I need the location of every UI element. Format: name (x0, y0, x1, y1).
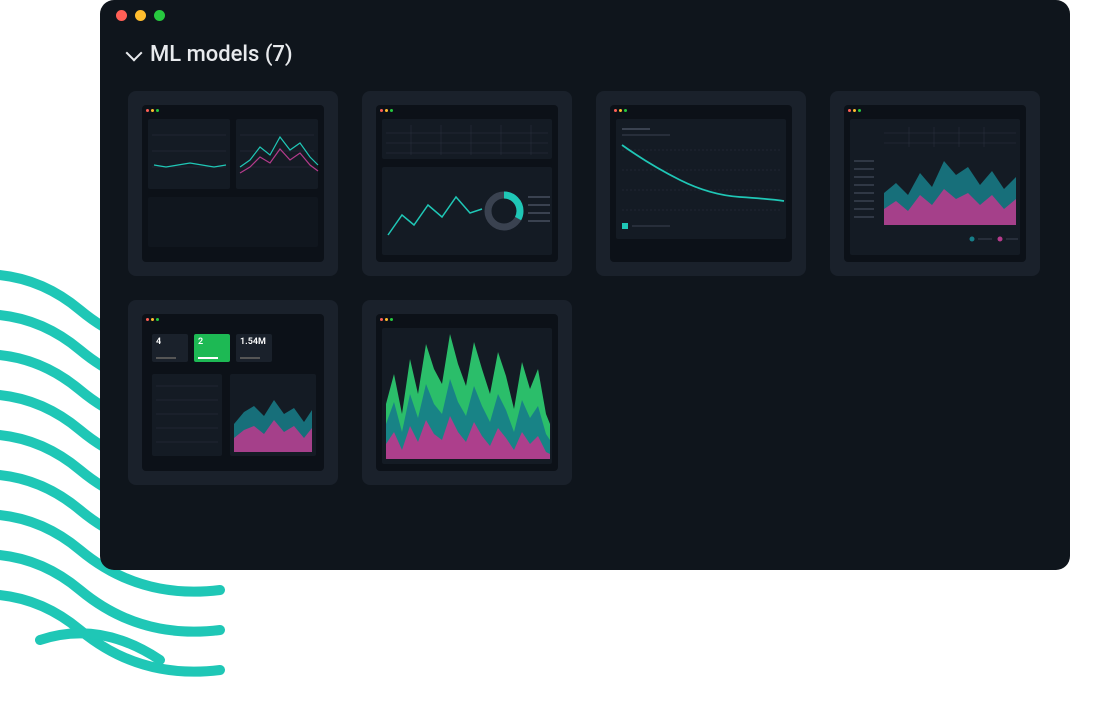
dashboard-card-3[interactable] (596, 91, 806, 276)
close-window-button[interactable] (116, 10, 127, 21)
chart-thumbnail-6 (376, 314, 558, 471)
chart-thumbnail-3 (610, 105, 792, 262)
chevron-down-icon (126, 44, 143, 61)
maximize-window-button[interactable] (154, 10, 165, 21)
section-toggle[interactable]: ML models (7) (128, 42, 1042, 67)
app-window: ML models (7) (100, 0, 1070, 570)
dashboard-card-6[interactable] (362, 300, 572, 485)
window-titlebar (100, 0, 1070, 30)
minimize-window-button[interactable] (135, 10, 146, 21)
chart-thumbnail-5 (142, 314, 324, 471)
dashboard-card-1[interactable] (128, 91, 338, 276)
chart-thumbnail-1 (142, 105, 324, 262)
section-title: ML models (7) (150, 42, 293, 67)
chart-thumbnail-4 (844, 105, 1026, 262)
dashboard-grid: 4 2 1.54M (128, 91, 1042, 485)
dashboard-card-4[interactable] (830, 91, 1040, 276)
chart-thumbnail-2 (376, 105, 558, 262)
dashboard-card-5[interactable]: 4 2 1.54M (128, 300, 338, 485)
dashboard-card-2[interactable] (362, 91, 572, 276)
